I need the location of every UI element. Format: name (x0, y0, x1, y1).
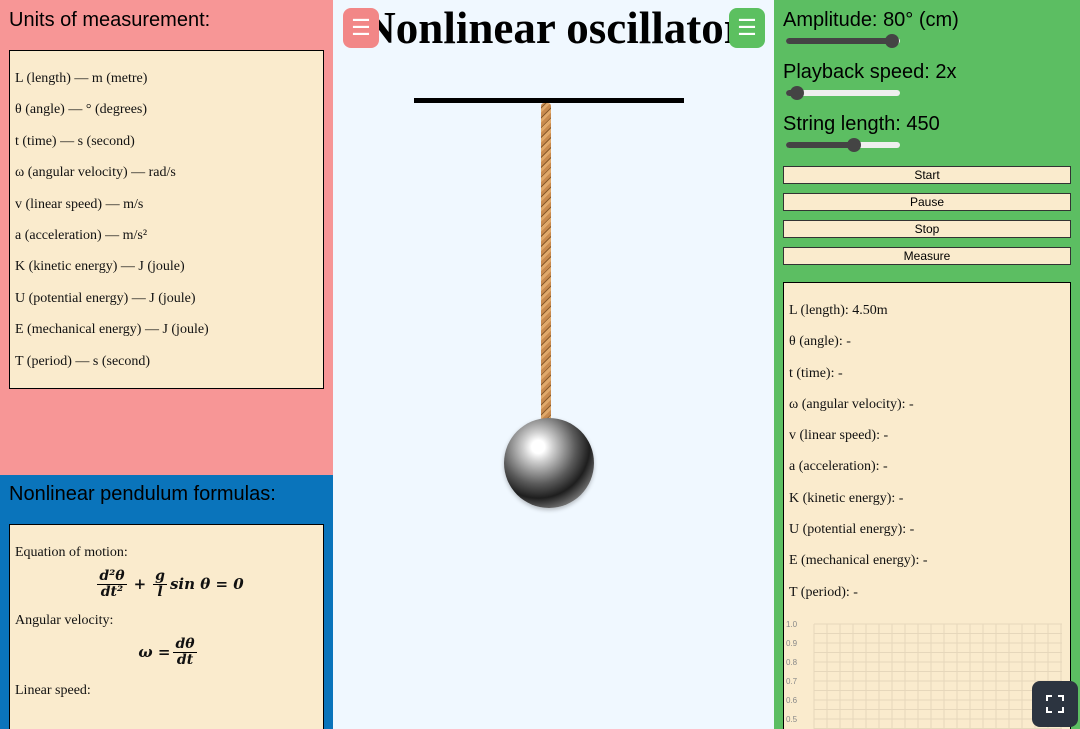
units-item-potential-energy: U (potential energy) — J (joule) (15, 290, 196, 306)
amplitude-slider-thumb[interactable] (885, 34, 900, 48)
graph-tick-labels: 1.0 0.9 0.8 0.7 0.6 0.5 (786, 620, 798, 724)
readout-linear-speed: v (linear speed): - (789, 428, 889, 444)
eq2-num: dθ (173, 635, 197, 653)
pendulum-stage: Nonlinear oscillator (333, 0, 774, 729)
eq2-den: dt (176, 651, 194, 668)
eq1-num2: g (153, 567, 167, 585)
units-list: L (length) — m (metre) θ (angle) — ° (de… (9, 50, 324, 389)
length-label-text: String length: (783, 113, 901, 135)
fullscreen-icon (1046, 695, 1064, 713)
readout-period: T (period): - (789, 584, 858, 600)
right-menu-button[interactable]: ☰ (729, 8, 765, 48)
eq1-fraction-2: g l (153, 569, 167, 599)
measurement-readout: L (length): 4.50m θ (angle): - t (time):… (783, 282, 1071, 729)
equation-of-motion: d²θ dt² + g l sin θ = 0 (15, 561, 323, 607)
graph-tick-label: 0.7 (786, 677, 798, 686)
length-label: String length: 450 (783, 113, 940, 136)
readout-length: L (length): 4.50m (789, 303, 888, 318)
units-item-length: L (length) — m (metre) (15, 71, 148, 86)
graph-tick-label: 0.9 (786, 639, 798, 648)
readout-time: t (time): - (789, 365, 843, 381)
formulas-title: Nonlinear pendulum formulas: (9, 483, 276, 505)
eq1-rest: sin θ = 0 (169, 575, 244, 593)
readout-acceleration: a (acceleration): - (789, 459, 888, 475)
units-item-mechanical-energy: E (mechanical energy) — J (joule) (15, 322, 209, 338)
units-item-period: T (period) — s (second) (15, 353, 151, 369)
readout-mechanical-energy: E (mechanical energy): - (789, 553, 928, 569)
graph-tick-label: 0.6 (786, 696, 798, 705)
graph-tick-label: 0.8 (786, 658, 798, 667)
eq1-den1: dt² (100, 583, 124, 600)
pendulum-rope (541, 103, 551, 421)
hamburger-icon: ☰ (351, 15, 371, 40)
units-item-angular-velocity: ω (angular velocity) — rad/s (15, 165, 176, 181)
readout-angle: θ (angle): - (789, 334, 851, 350)
speed-slider-thumb[interactable] (790, 86, 805, 100)
formulas-list: Equation of motion: d²θ dt² + g l sin θ … (9, 524, 324, 729)
amplitude-slider-fill (786, 38, 893, 44)
units-item-time: t (time) — s (second) (15, 133, 135, 149)
hamburger-icon: ☰ (737, 15, 757, 40)
amplitude-label-text: Amplitude: (783, 9, 878, 31)
speed-value: 2x (935, 61, 957, 83)
linear-speed-label: Linear speed: (15, 683, 91, 698)
stop-button[interactable]: Stop (783, 220, 1071, 238)
start-button[interactable]: Start (783, 166, 1071, 184)
speed-label: Playback speed: 2x (783, 61, 956, 84)
units-title: Units of measurement: (9, 9, 211, 31)
length-slider-thumb[interactable] (847, 138, 862, 152)
amplitude-slider[interactable] (786, 34, 900, 48)
angular-velocity-formula: ω = dθ dt (15, 629, 323, 675)
readout-angular-velocity: ω (angular velocity): - (789, 396, 914, 412)
equation-of-motion-label: Equation of motion: (15, 545, 128, 560)
units-item-kinetic-energy: K (kinetic energy) — J (joule) (15, 259, 185, 275)
pause-button[interactable]: Pause (783, 193, 1071, 211)
left-menu-button[interactable]: ☰ (343, 8, 379, 48)
length-value: 450 (906, 113, 940, 135)
eq1-fraction-1: d²θ dt² (97, 567, 127, 600)
formulas-panel: Nonlinear pendulum formulas: Equation of… (0, 475, 333, 729)
units-item-acceleration: a (acceleration) — m/s² (15, 227, 148, 243)
readout-kinetic-energy: K (kinetic energy): - (789, 490, 904, 506)
length-slider[interactable] (786, 138, 900, 152)
pendulum-bob[interactable] (504, 418, 594, 508)
eq2-lhs: ω = (138, 643, 171, 661)
graph-tick-label: 0.5 (786, 715, 798, 724)
page-title: Nonlinear oscillator (363, 3, 744, 53)
eq1-num1: d²θ (97, 567, 127, 585)
units-panel: Units of measurement: L (length) — m (me… (0, 0, 333, 475)
measurement-graph: 1.0 0.9 0.8 0.7 0.6 0.5 (786, 620, 1062, 729)
length-slider-fill (786, 142, 855, 148)
controls-panel: Amplitude: 80° (cm) Playback speed: 2x S… (774, 0, 1080, 729)
amplitude-value: 80° (cm) (883, 9, 959, 31)
readout-potential-energy: U (potential energy): - (789, 522, 915, 538)
eq1-plus: + (133, 575, 147, 593)
graph-tick-label: 1.0 (786, 620, 798, 629)
units-item-angle: θ (angle) — ° (degrees) (15, 102, 148, 118)
amplitude-label: Amplitude: 80° (cm) (783, 9, 959, 32)
eq2-fraction: dθ dt (173, 635, 197, 668)
angular-velocity-label: Angular velocity: (15, 613, 114, 628)
graph-grid (813, 623, 1062, 729)
fullscreen-button[interactable] (1032, 681, 1078, 727)
units-item-linear-speed: v (linear speed) — m/s (15, 196, 144, 212)
speed-label-text: Playback speed: (783, 61, 930, 83)
eq1-den2: l (157, 583, 163, 600)
speed-slider[interactable] (786, 86, 900, 100)
measure-button[interactable]: Measure (783, 247, 1071, 265)
